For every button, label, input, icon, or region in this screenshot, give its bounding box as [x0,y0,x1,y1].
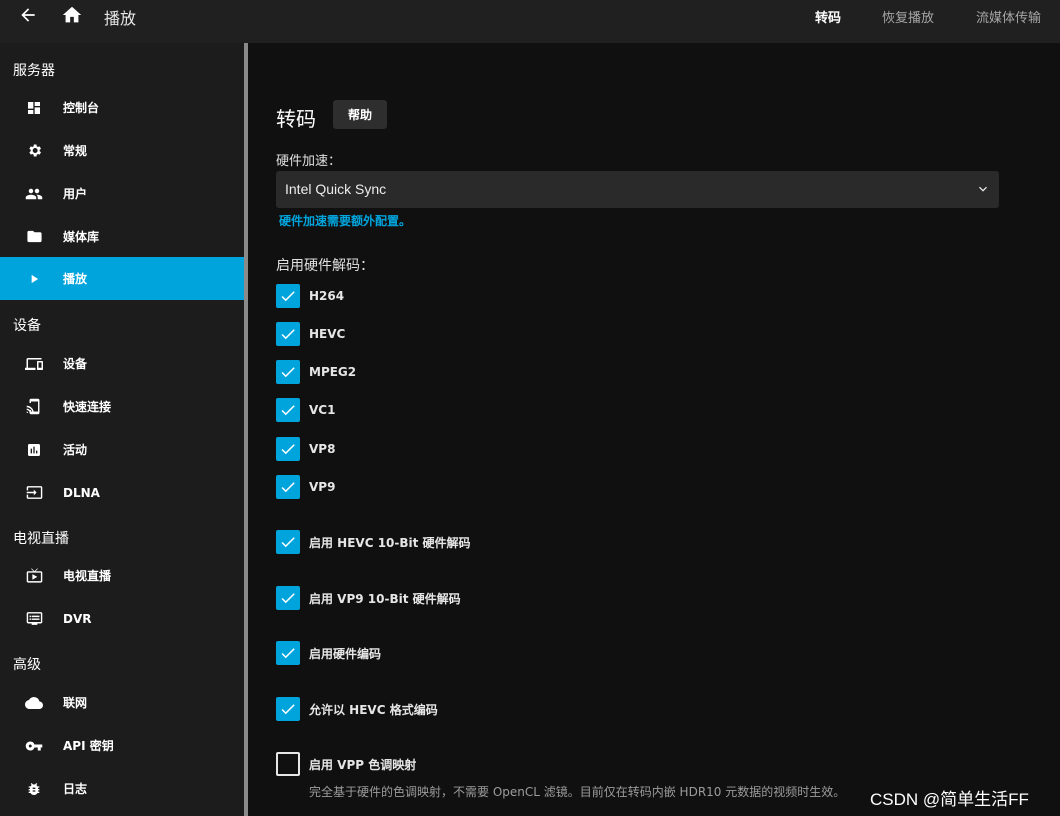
check-icon [276,475,300,499]
page-title: 播放 [104,9,137,28]
check-icon [276,641,300,665]
sidebar-item-dashboard[interactable]: 控制台 [0,86,244,129]
check-icon [276,398,300,422]
hw-accel-select[interactable]: Intel Quick Sync [276,171,999,208]
vpp-tonemapping-checkbox[interactable]: 启用 VPP 色调映射 [276,752,416,776]
hw-encoding-checkbox[interactable]: 启用硬件编码 [276,641,381,665]
watermark: CSDN @简单生活FF [870,790,1029,809]
sidebar-section-server: 服务器 [13,63,55,79]
sidebar-section-devices: 设备 [13,318,41,334]
sidebar-item-dlna[interactable]: DLNA [0,471,244,514]
home-icon[interactable] [60,3,84,27]
sidebar-section-live-tv: 电视直播 [13,531,69,547]
option-label: 启用硬件编码 [309,646,382,661]
hevc-encoding-checkbox[interactable]: 允许以 HEVC 格式编码 [276,697,438,721]
vp9-10bit-decode-checkbox[interactable]: 启用 VP9 10-Bit 硬件解码 [276,586,461,610]
option-label: 启用 VP9 10-Bit 硬件解码 [309,591,461,606]
app-header: 播放 转码 恢复播放 流媒体传输 [0,0,1060,43]
help-button[interactable]: 帮助 [333,100,387,129]
back-arrow-icon[interactable] [16,3,40,27]
sidebar-item-live-tv[interactable]: 电视直播 [0,554,244,597]
tab-transcoding[interactable]: 转码 [815,7,841,26]
unchecked-box-icon [276,752,300,776]
sidebar-item-quick-connect[interactable]: 快速连接 [0,385,244,428]
codec-mpeg2-checkbox[interactable]: MPEG2 [276,360,356,384]
hw-accel-value: Intel Quick Sync [285,181,387,197]
section-title: 转码 [276,107,316,131]
tab-resume[interactable]: 恢复播放 [882,7,934,26]
tab-streaming[interactable]: 流媒体传输 [976,7,1041,26]
check-icon [276,586,300,610]
folder-icon [25,228,43,246]
hw-accel-config-link[interactable]: 硬件加速需要额外配置。 [279,212,411,229]
codec-label: HEVC [309,327,346,341]
dashboard-icon [25,99,43,117]
sidebar-item-networking[interactable]: 联网 [0,681,244,724]
sidebar-item-label: 设备 [63,357,88,371]
sidebar-item-playback[interactable]: 播放 [0,257,244,300]
sidebar-item-label: API 密钥 [63,739,114,753]
activity-icon [25,441,43,459]
sidebar-item-label: 控制台 [63,101,100,115]
main-content: 转码 帮助 硬件加速： Intel Quick Sync 硬件加速需要额外配置。… [248,43,1060,816]
sidebar-item-label: 播放 [63,272,88,286]
bug-icon [25,780,43,798]
sidebar-item-logs[interactable]: 日志 [0,767,244,810]
sidebar-item-dvr[interactable]: DVR [0,597,244,640]
option-label: 启用 VPP 色调映射 [309,757,417,772]
check-icon [276,530,300,554]
sidebar-item-activity[interactable]: 活动 [0,428,244,471]
devices-icon [25,355,43,373]
sidebar-item-label: 用户 [63,187,88,201]
option-label: 允许以 HEVC 格式编码 [309,702,438,717]
codec-label: VP8 [309,442,336,456]
sidebar-item-label: 日志 [63,782,88,796]
hevc-10bit-decode-checkbox[interactable]: 启用 HEVC 10-Bit 硬件解码 [276,530,471,554]
codec-label: MPEG2 [309,365,357,379]
dvr-icon [25,610,43,628]
option-label: 启用 HEVC 10-Bit 硬件解码 [309,535,471,550]
sidebar-item-devices[interactable]: 设备 [0,342,244,385]
codec-label: H264 [309,289,345,303]
sidebar-item-users[interactable]: 用户 [0,172,244,215]
codec-hevc-checkbox[interactable]: HEVC [276,322,345,346]
input-icon [25,484,43,502]
users-icon [25,185,43,203]
play-icon [25,270,43,288]
vpp-description: 完全基于硬件的色调映射，不需要 OpenCL 滤镜。目前仅在转码内嵌 HDR10… [309,785,846,799]
live-tv-icon [25,567,43,585]
check-icon [276,322,300,346]
sidebar-item-label: 常规 [63,144,88,158]
codec-vc1-checkbox[interactable]: VC1 [276,398,335,422]
sidebar-item-general[interactable]: 常规 [0,129,244,172]
sidebar-section-advanced: 高级 [13,657,41,673]
cloud-icon [25,694,43,712]
sidebar-item-label: 活动 [63,443,88,457]
sidebar: 服务器 控制台 常规 用户 媒体库 播放 设备 设备 快速连接 活动 DLNA … [0,43,244,816]
sidebar-item-label: 媒体库 [63,230,100,244]
sidebar-item-label: DLNA [63,485,100,500]
sidebar-item-label: 联网 [63,696,88,710]
hw-accel-label: 硬件加速： [276,154,342,169]
codec-label: VC1 [309,403,336,417]
sidebar-item-library[interactable]: 媒体库 [0,215,244,258]
codec-vp9-checkbox[interactable]: VP9 [276,475,335,499]
sidebar-item-label: 电视直播 [63,569,112,583]
gear-icon [25,142,43,160]
check-icon [276,697,300,721]
codec-label: VP9 [309,480,336,494]
sidebar-item-label: 快速连接 [63,400,112,414]
decode-label: 启用硬件解码： [276,258,374,274]
key-icon [25,737,43,755]
chevron-down-icon [975,181,991,197]
check-icon [276,437,300,461]
check-icon [276,284,300,308]
cast-icon [25,398,43,416]
codec-vp8-checkbox[interactable]: VP8 [276,437,335,461]
sidebar-item-label: DVR [63,611,92,626]
codec-h264-checkbox[interactable]: H264 [276,284,344,308]
sidebar-item-api-keys[interactable]: API 密钥 [0,724,244,767]
check-icon [276,360,300,384]
